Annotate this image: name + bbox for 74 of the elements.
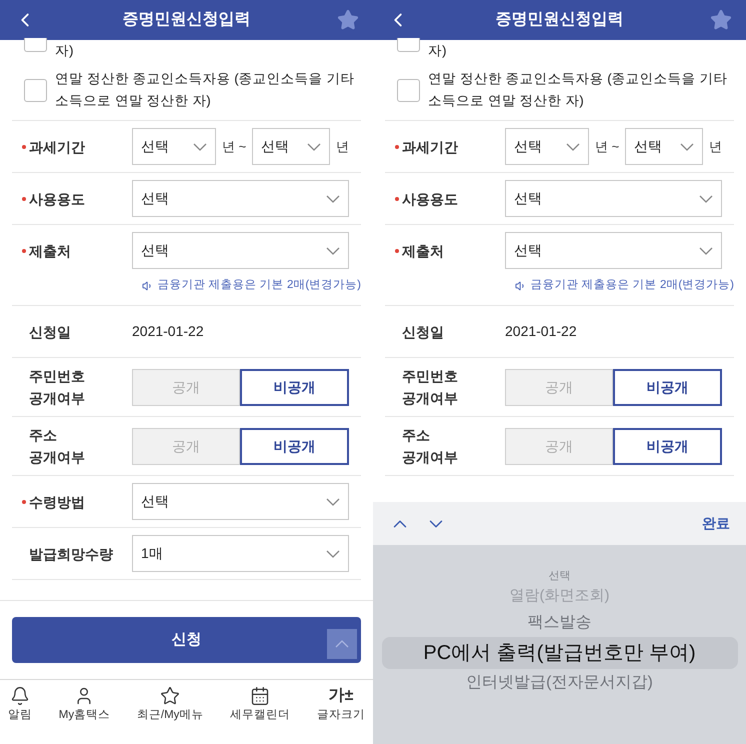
nav-item[interactable]: 세무캘린더 [230,686,290,724]
date-value: 2021-01-22 [132,322,204,342]
year-separator: 년 ~ [222,138,246,156]
nav-item[interactable]: My홈택스 [58,686,110,724]
bell-icon [10,686,30,706]
nav-item[interactable]: 최근/My메뉴 [136,686,204,724]
font-size-icon: 가± [328,686,354,706]
checkbox[interactable] [24,78,47,102]
toggle-option[interactable]: 비공개 [612,368,722,406]
date-value: 2021-01-22 [505,322,577,342]
page-title: 증명민원신청입력 [122,10,250,30]
chevron-down-icon [699,194,713,202]
field-label: 주소 공개여부 [29,426,85,468]
checkbox[interactable] [24,38,47,52]
done-button[interactable]: 완료 [702,513,730,534]
speaker-icon [515,280,526,292]
checkbox-label: 자) [55,42,74,60]
select-field[interactable]: 선택 [132,232,349,269]
field-label: 과세기간 [29,138,85,156]
toggle-option[interactable]: 비공개 [240,368,349,406]
scroll-top-icon [335,640,349,648]
picker-option[interactable]: PC에서 출력(발급번호만 부여) [382,637,738,669]
field-label: 과세기간 [402,138,458,156]
field-label: 주소 공개여부 [402,426,458,468]
field-label: 제출처 [402,242,444,260]
page-title: 증명민원신청입력 [496,10,624,30]
select-field[interactable]: 선택 [625,128,704,165]
field-label: 신청일 [402,322,444,342]
scroll-top-button[interactable] [327,628,357,659]
field-label: 신청일 [29,322,71,342]
select-field[interactable]: 선택 [505,128,589,165]
field-label: 주민번호 공개여부 [402,367,458,408]
select-field[interactable]: 선택 [132,128,216,165]
calendar-icon [250,686,270,706]
select-field[interactable]: 선택 [252,128,330,165]
field-label: 제출처 [29,242,71,260]
chevron-down-icon [193,142,207,150]
field-label: 발급희망수량 [29,544,113,564]
info-note: 금융기관 제출용은 기본 2매(변경가능) [530,278,734,293]
toggle-option[interactable]: 비공개 [612,428,722,465]
select-field[interactable]: 선택 [505,180,722,217]
checkbox-label: 연말 정산한 종교인소득자용 (종교인소득을 기타소득으로 연말 정산한 자) [428,70,728,110]
info-note: 금융기관 제출용은 기본 2매(변경가능) [157,278,361,293]
chevron-down-icon [326,498,340,506]
chevron-down-icon [680,142,694,150]
toggle-option[interactable]: 비공개 [240,428,349,465]
field-label: 사용용도 [29,190,85,208]
checkbox[interactable] [397,78,420,102]
select-field[interactable]: 선택 [505,232,722,269]
star-icon [160,686,180,706]
checkbox-label: 연말 정산한 종교인소득자용 (종교인소득을 기타소득으로 연말 정산한 자) [55,70,356,110]
favorite-star-icon[interactable] [710,9,732,31]
nav-item[interactable]: 알림 [8,686,32,724]
field-label: 수령방법 [29,492,85,512]
chevron-down-icon [326,194,340,202]
field-label: 사용용도 [402,190,458,208]
chevron-down-icon [307,142,322,150]
nav-item[interactable]: 가± 글자크기 [317,686,365,724]
field-label: 주민번호 공개여부 [29,367,85,408]
chevron-down-icon [566,142,580,150]
select-field[interactable]: 선택 [132,180,349,217]
submit-button[interactable]: 신청 [12,616,361,663]
checkbox-label: 자) [428,42,446,60]
chevron-down-icon [326,550,340,558]
favorite-star-icon[interactable] [337,9,359,31]
year-unit: 년 [709,138,722,156]
checkbox[interactable] [397,38,420,52]
chevron-down-icon [326,246,340,254]
year-separator: 년 ~ [595,138,620,156]
year-unit: 년 [336,138,350,156]
select-field[interactable]: 선택 [132,483,349,520]
select-field[interactable]: 1매 [132,535,349,572]
speaker-icon [142,280,154,292]
chevron-down-icon [699,246,713,254]
